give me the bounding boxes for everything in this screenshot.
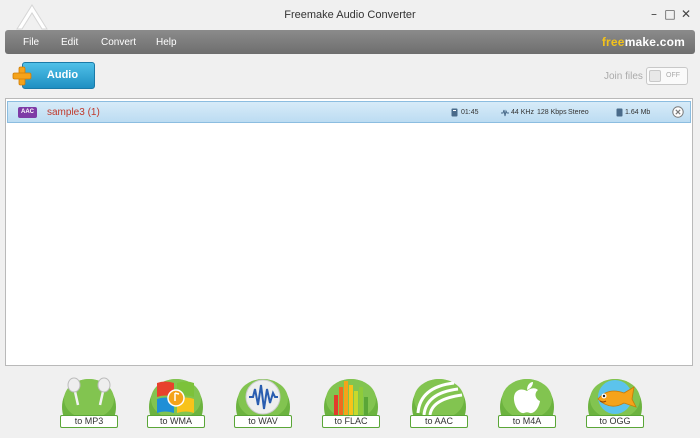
menu-file[interactable]: File bbox=[23, 37, 39, 48]
aac-swoosh-icon bbox=[412, 379, 466, 417]
to-wav-label: to WAV bbox=[234, 415, 292, 428]
minimize-button[interactable]: – bbox=[646, 6, 662, 22]
to-ogg-label: to OGG bbox=[586, 415, 644, 428]
headphones-icon bbox=[62, 377, 116, 417]
maximize-button[interactable]: □ bbox=[662, 6, 678, 22]
title-bar: Freemake Audio Converter – □ ✕ bbox=[0, 0, 700, 32]
file-list[interactable]: AAC sample3 (1) 01:45 44 KHz 128 Kbps St… bbox=[5, 98, 693, 366]
to-wav-button[interactable]: to WAV bbox=[234, 377, 292, 433]
remove-file-icon[interactable] bbox=[672, 106, 684, 118]
file-name: sample3 (1) bbox=[47, 107, 100, 118]
brand-rest: make.com bbox=[624, 35, 685, 49]
menu-bar: File Edit Convert Help freemake.com bbox=[5, 30, 695, 54]
menu-edit[interactable]: Edit bbox=[61, 37, 78, 48]
audio-wave-icon bbox=[501, 109, 509, 117]
menu-convert[interactable]: Convert bbox=[101, 37, 136, 48]
file-size-icon bbox=[616, 108, 623, 117]
window-title: Freemake Audio Converter bbox=[284, 9, 416, 21]
to-aac-button[interactable]: to AAC bbox=[410, 377, 468, 433]
close-button[interactable]: ✕ bbox=[678, 6, 694, 22]
menu-help[interactable]: Help bbox=[156, 37, 177, 48]
to-ogg-button[interactable]: to OGG bbox=[586, 377, 644, 433]
toggle-knob bbox=[649, 70, 661, 82]
file-row[interactable]: AAC sample3 (1) 01:45 44 KHz 128 Kbps St… bbox=[7, 101, 691, 123]
to-mp3-label: to MP3 bbox=[60, 415, 118, 428]
add-audio-button[interactable]: Audio bbox=[22, 62, 95, 89]
plus-icon bbox=[12, 66, 32, 86]
to-mp3-button[interactable]: to MP3 bbox=[60, 377, 118, 433]
duration-icon bbox=[451, 108, 458, 117]
brand-link[interactable]: freemake.com bbox=[602, 35, 685, 49]
join-files-label: Join files bbox=[604, 71, 643, 82]
to-flac-label: to FLAC bbox=[322, 415, 380, 428]
file-bitrate: 128 Kbps bbox=[537, 109, 567, 116]
file-size: 1.64 Mb bbox=[625, 109, 651, 116]
file-channels: Stereo bbox=[568, 109, 589, 116]
toggle-state-text: OFF bbox=[666, 72, 680, 79]
file-duration: 01:45 bbox=[461, 109, 479, 116]
aac-format-badge: AAC bbox=[18, 107, 37, 118]
to-m4a-label: to M4A bbox=[498, 415, 556, 428]
brand-free: free bbox=[601, 35, 625, 49]
apple-icon bbox=[500, 379, 554, 417]
to-wma-label: to WMA bbox=[147, 415, 205, 428]
equalizer-icon bbox=[324, 379, 378, 417]
to-m4a-button[interactable]: to M4A bbox=[498, 377, 556, 433]
windows-flag-icon bbox=[149, 379, 203, 417]
fish-icon bbox=[588, 379, 642, 417]
to-wma-button[interactable]: to WMA bbox=[147, 377, 205, 433]
waveform-icon bbox=[236, 379, 290, 417]
to-aac-label: to AAC bbox=[410, 415, 468, 428]
file-sample-rate: 44 KHz bbox=[511, 109, 534, 116]
join-files-toggle[interactable]: OFF bbox=[646, 67, 688, 85]
to-flac-button[interactable]: to FLAC bbox=[322, 377, 380, 433]
